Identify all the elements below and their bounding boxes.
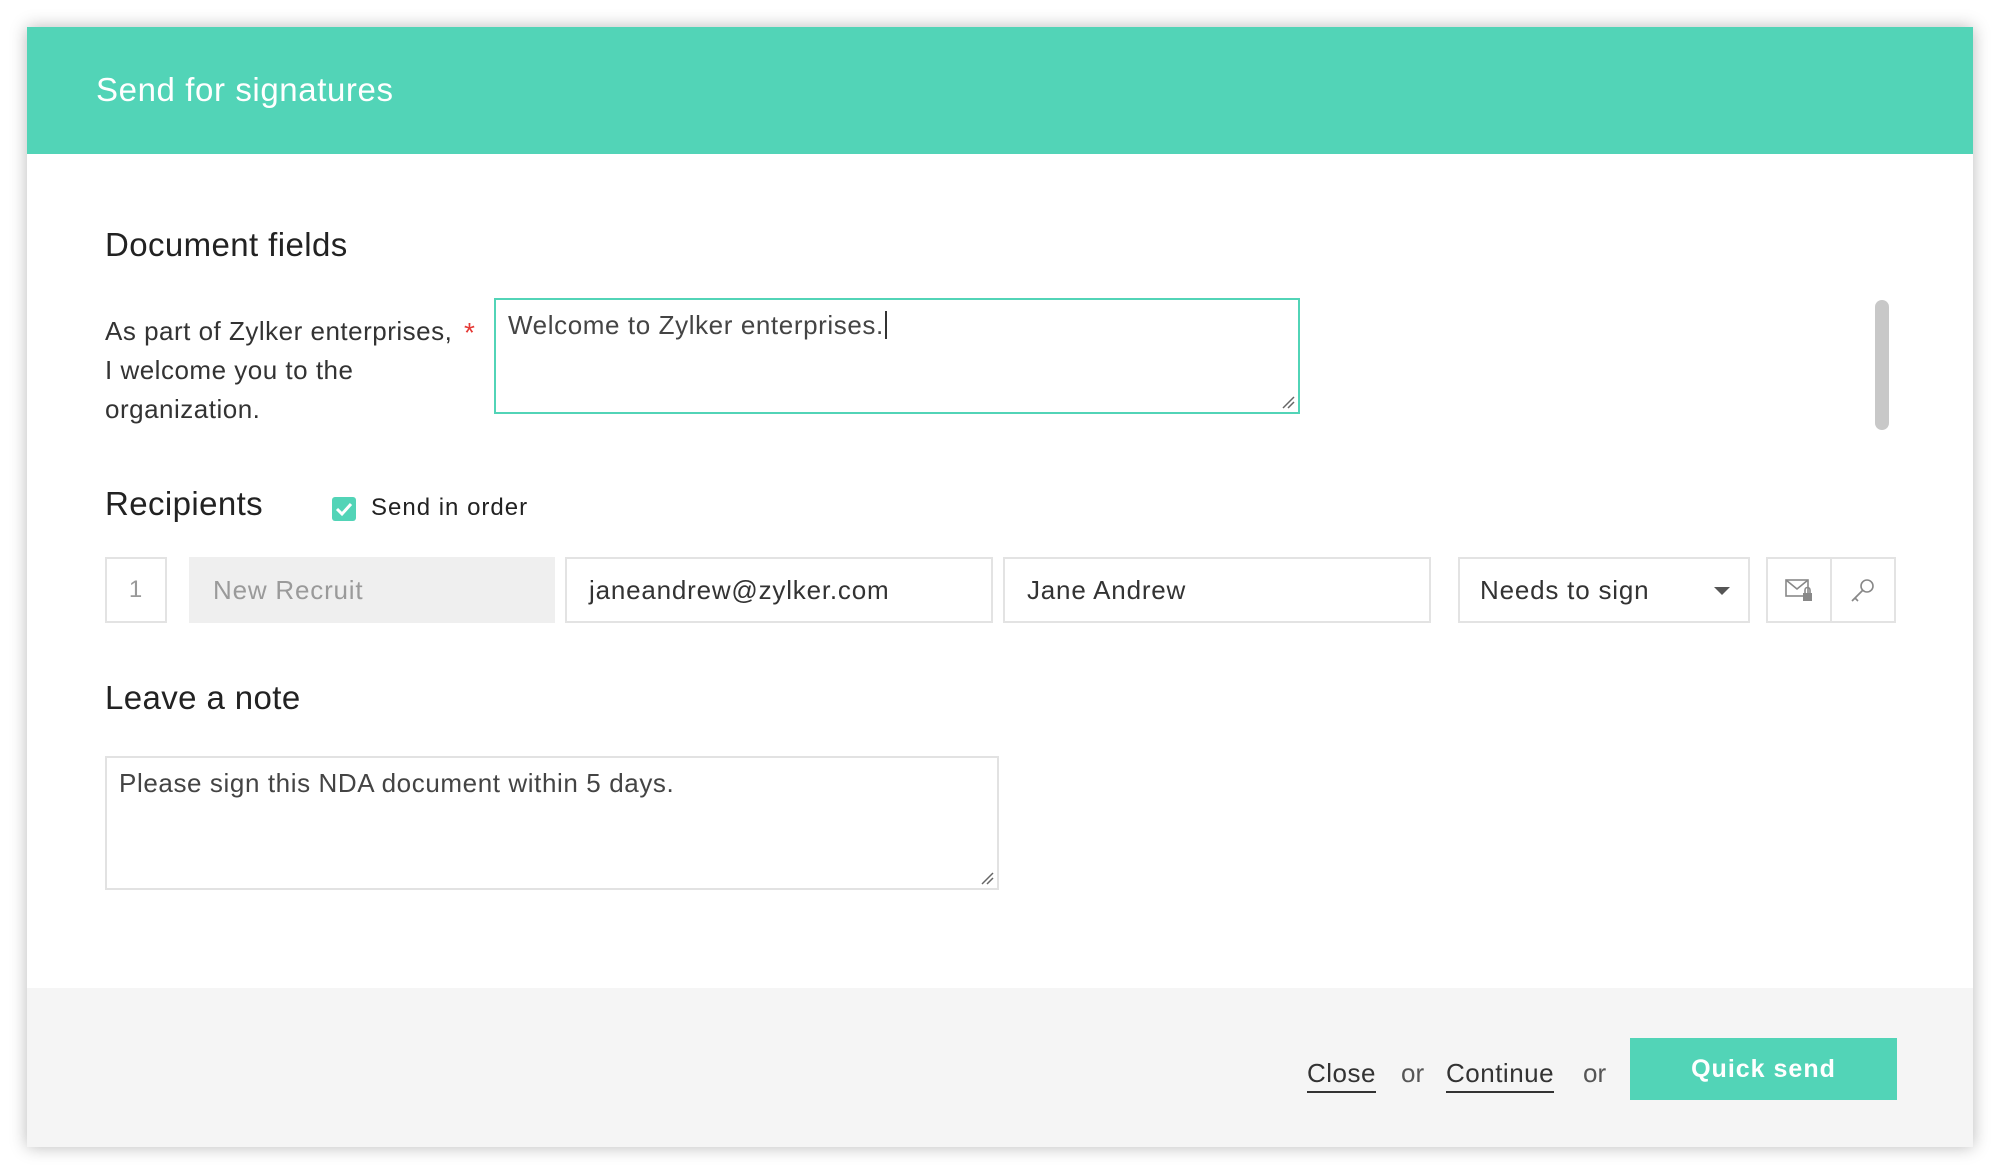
recipient-action-value: Needs to sign [1480, 574, 1650, 605]
access-code-button[interactable] [1830, 557, 1896, 623]
recipient-name-field[interactable]: Jane Andrew [1003, 557, 1431, 623]
key-icon [1851, 579, 1874, 602]
recipient-action-select[interactable]: Needs to sign [1458, 557, 1750, 623]
dialog-header: Send for signatures [27, 27, 1973, 154]
recipient-order-number[interactable]: 1 [105, 557, 167, 623]
leave-note-heading: Leave a note [105, 679, 301, 716]
note-value: Please sign this NDA document within 5 d… [119, 768, 675, 798]
private-message-button[interactable] [1766, 557, 1832, 623]
document-fields-heading: Document fields [105, 226, 348, 263]
envelope-lock-icon [1785, 579, 1812, 601]
checkmark-icon [335, 502, 353, 517]
send-for-signatures-dialog: Send for signatures Document fields As p… [27, 27, 1973, 1147]
dialog-title: Send for signatures [96, 71, 394, 108]
recipient-role-field[interactable]: New Recruit [189, 557, 555, 623]
note-textarea[interactable]: Please sign this NDA document within 5 d… [105, 756, 999, 890]
send-in-order-checkbox[interactable] [332, 497, 356, 521]
or-separator: or [1401, 1058, 1425, 1088]
document-fields-scrollbar[interactable] [1875, 300, 1889, 430]
dialog-footer: Close or Continue or Quick send [27, 988, 1973, 1147]
recipient-email-field[interactable]: janeandrew@zylker.com [565, 557, 993, 623]
text-caret [884, 311, 887, 339]
resize-handle-icon[interactable] [1281, 395, 1295, 409]
continue-link[interactable]: Continue [1446, 1058, 1555, 1093]
required-marker: * [464, 317, 475, 348]
resize-handle-icon[interactable] [980, 871, 994, 885]
document-field-label: As part of Zylker enterprises, I welcome… [105, 316, 453, 424]
document-field-input[interactable]: Welcome to Zylker enterprises. [494, 298, 1300, 414]
recipients-heading: Recipients [105, 485, 264, 522]
close-link[interactable]: Close [1307, 1058, 1376, 1093]
or-separator: or [1583, 1058, 1607, 1088]
send-in-order-label[interactable]: Send in order [371, 494, 528, 522]
chevron-down-icon [1714, 587, 1730, 595]
quick-send-button[interactable]: Quick send [1630, 1038, 1897, 1100]
document-field-value: Welcome to Zylker enterprises. [508, 310, 884, 340]
